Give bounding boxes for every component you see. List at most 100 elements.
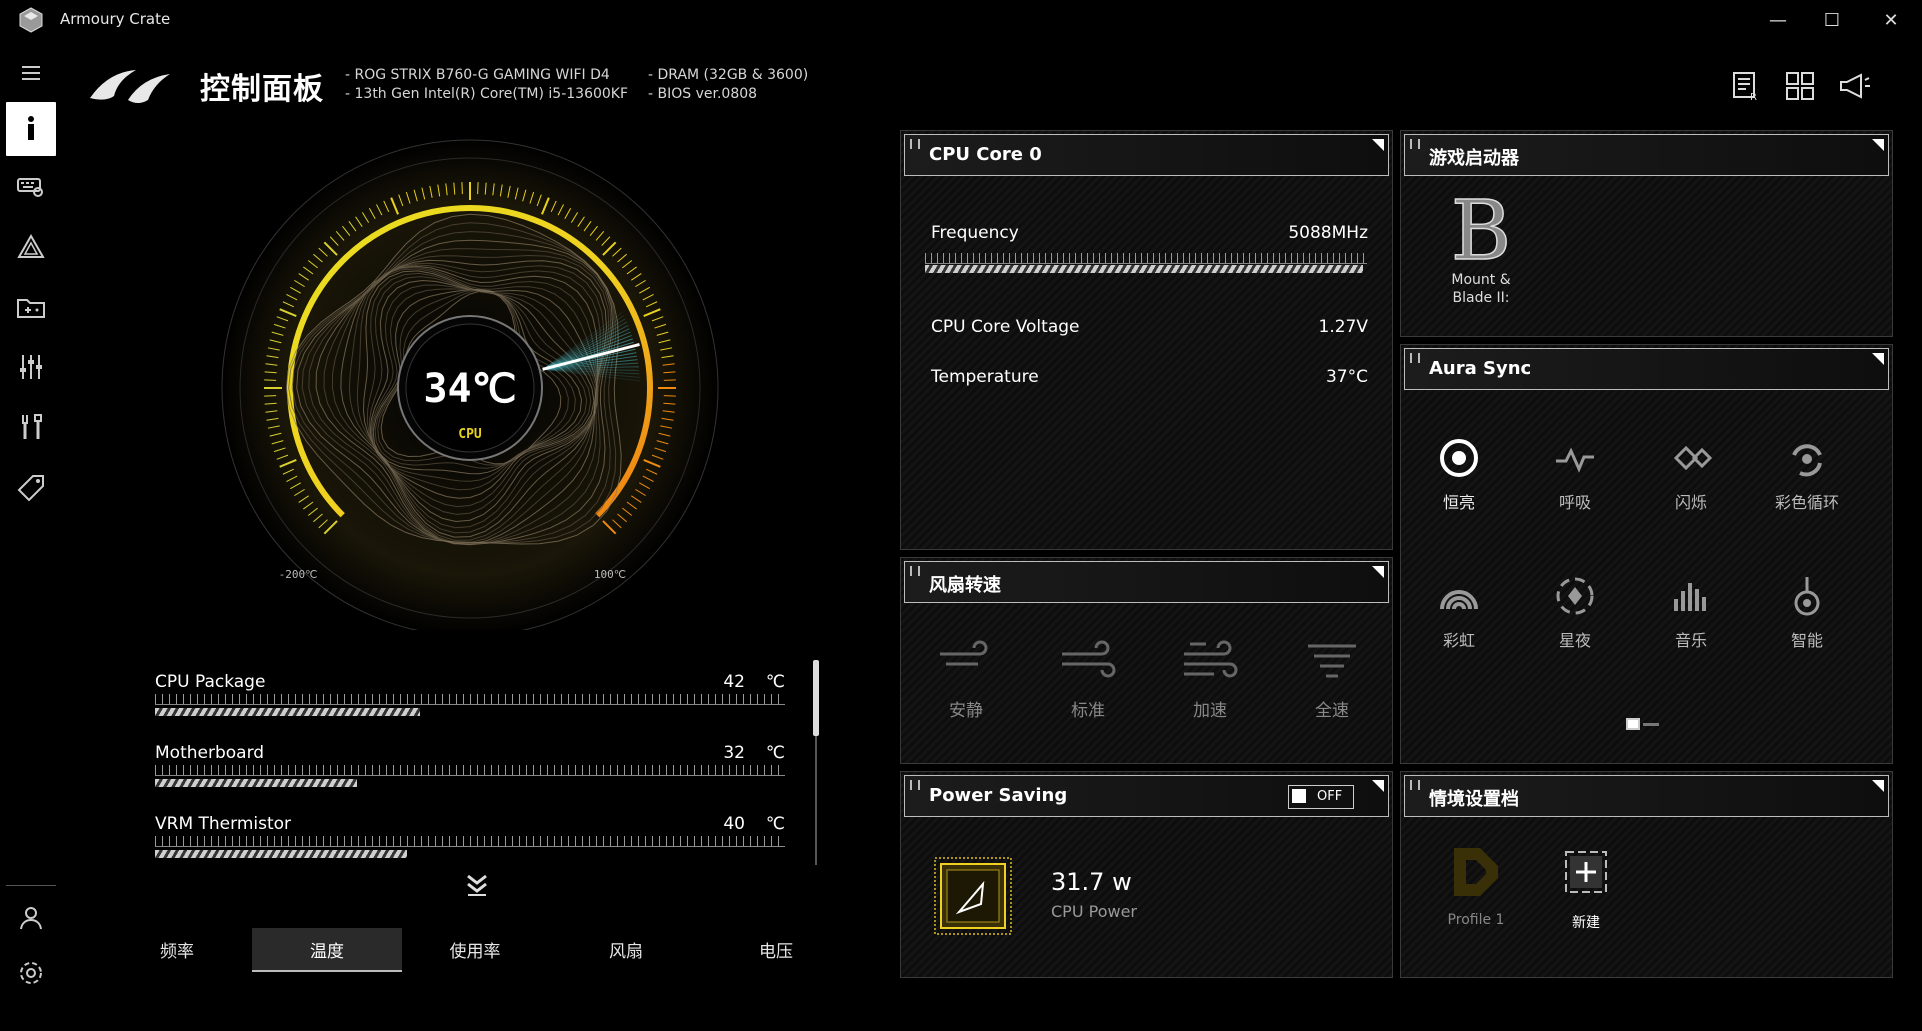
aura-mode-color-cycle[interactable]: 彩色循环 xyxy=(1757,435,1857,513)
sensor-bar xyxy=(155,850,407,858)
page-indicator-inactive[interactable] xyxy=(1643,723,1659,726)
panel-corner-icon xyxy=(1872,780,1884,792)
frequency-label: Frequency xyxy=(931,223,1019,243)
panel-corner-icon xyxy=(1372,566,1384,578)
sensor-ticks xyxy=(155,694,785,705)
info-icon xyxy=(28,116,34,140)
gauge-value: 34℃ xyxy=(423,366,516,412)
sliders-icon xyxy=(20,355,42,379)
spec-dram: - DRAM (32GB & 3600) xyxy=(648,67,809,83)
sidebar-item-game-library[interactable] xyxy=(10,286,52,328)
maximize-button[interactable]: ☐ xyxy=(1805,0,1859,40)
fan-mode-label: 安静 xyxy=(949,701,983,721)
fan-mode-silent[interactable]: 安静 xyxy=(911,638,1021,721)
game-logo-icon: B xyxy=(1450,183,1512,280)
aura-mode-rainbow[interactable]: 彩虹 xyxy=(1409,573,1509,651)
title-bar: Armoury Crate — ☐ ✕ xyxy=(0,0,1922,40)
sensor-name: Motherboard xyxy=(155,743,265,763)
layout-icon[interactable] xyxy=(1782,68,1818,104)
report-icon[interactable]: R xyxy=(1728,68,1764,104)
sidebar-item-deals[interactable] xyxy=(10,466,52,508)
power-saving-toggle[interactable]: OFF xyxy=(1288,785,1354,809)
sidebar xyxy=(0,40,62,1031)
sensor-ticks xyxy=(155,765,785,776)
tab-2[interactable]: 使用率 xyxy=(400,928,550,970)
tag-icon xyxy=(17,475,44,502)
aura-sync-header[interactable]: Aura Sync xyxy=(1404,348,1889,390)
sidebar-item-tools[interactable] xyxy=(10,406,52,448)
announcement-icon[interactable] xyxy=(1836,68,1872,104)
fan-speed-title: 风扇转速 xyxy=(929,575,1001,596)
aura-mode-label: 彩虹 xyxy=(1442,631,1475,650)
aura-mode-breathing[interactable]: 呼吸 xyxy=(1525,435,1625,513)
profile-1-tile[interactable]: Profile 1 xyxy=(1431,842,1521,928)
page-indicator-active[interactable] xyxy=(1626,718,1640,730)
tab-4[interactable]: 电压 xyxy=(701,928,851,970)
aura-flash-icon xyxy=(1673,445,1713,471)
sensor-unit: ℃ xyxy=(765,814,785,834)
game-launcher-header[interactable]: 游戏启动器 xyxy=(1404,134,1889,176)
aura-mode-smart[interactable]: 智能 xyxy=(1757,573,1857,651)
cpu-core-panel-header[interactable]: CPU Core 0 xyxy=(904,134,1389,176)
cpu-power-value: 31.7 w xyxy=(1051,868,1132,896)
aura-mode-starry-night[interactable]: 星夜 xyxy=(1525,573,1625,651)
fan-mode-label: 标准 xyxy=(1071,701,1105,721)
power-saving-header[interactable]: Power Saving OFF xyxy=(904,775,1389,817)
sensor-row: CPU Package 42 ℃ xyxy=(155,672,785,742)
spec-motherboard: - ROG STRIX B760-G GAMING WIFI D4 xyxy=(345,67,610,83)
aura-mode-label: 智能 xyxy=(1790,631,1823,650)
frequency-ticks xyxy=(925,253,1367,264)
aura-mode-flash[interactable]: 闪烁 xyxy=(1641,435,1741,513)
sidebar-item-devices[interactable] xyxy=(10,166,52,208)
aura-mode-static[interactable]: 恒亮 xyxy=(1409,435,1509,513)
fan-speed-header[interactable]: 风扇转速 xyxy=(904,561,1389,603)
spec-cpu: - 13th Gen Intel(R) Core(TM) i5-13600KF xyxy=(345,86,629,102)
fan-full-speed-icon xyxy=(1308,644,1356,678)
aura-sync-panel: Aura Sync 恒亮 呼吸 闪烁 彩色循环彩虹 星夜 音乐 智能 xyxy=(1400,344,1893,764)
new-profile-button[interactable]: 新建 xyxy=(1541,842,1631,932)
fan-mode-turbo[interactable]: 加速 xyxy=(1155,638,1265,721)
aura-mode-label: 音乐 xyxy=(1674,631,1707,650)
tab-1[interactable]: 温度 xyxy=(252,928,402,972)
panel-corner-icon xyxy=(1372,780,1384,792)
aura-color-cycle-icon xyxy=(1792,444,1822,477)
sensor-name: VRM Thermistor xyxy=(155,814,292,834)
sidebar-item-info[interactable] xyxy=(6,102,56,156)
aura-smart-icon xyxy=(1794,577,1820,616)
gauge-label: CPU xyxy=(458,427,482,442)
tab-3[interactable]: 风扇 xyxy=(551,928,701,970)
aura-mode-label: 恒亮 xyxy=(1442,493,1475,512)
fan-turbo-icon xyxy=(1184,640,1238,678)
keyboard-icon xyxy=(17,178,43,197)
panel-corner-icon xyxy=(1872,353,1884,365)
app-title: Armoury Crate xyxy=(60,10,171,28)
sensor-scrollbar-thumb[interactable] xyxy=(813,660,819,736)
menu-icon[interactable] xyxy=(10,52,52,94)
aura-starry-night-icon xyxy=(1556,577,1594,615)
sidebar-item-user[interactable] xyxy=(10,897,52,939)
sidebar-item-aura[interactable] xyxy=(10,226,52,268)
page-title: 控制面板 xyxy=(200,72,324,107)
game-tile[interactable]: B Mount & Blade II: xyxy=(1431,183,1531,321)
voltage-value: 1.27V xyxy=(1318,317,1368,337)
close-button[interactable]: ✕ xyxy=(1864,0,1918,40)
fan-mode-standard[interactable]: 标准 xyxy=(1033,638,1143,721)
scenario-profiles-title: 情境设置档 xyxy=(1429,789,1519,810)
aura-mode-music[interactable]: 音乐 xyxy=(1641,573,1741,651)
fan-mode-full-speed[interactable]: 全速 xyxy=(1277,638,1387,721)
gauge-max-label: 100℃ xyxy=(594,568,626,581)
chevron-down-icon[interactable] xyxy=(462,870,492,900)
sidebar-item-settings-sliders[interactable] xyxy=(10,346,52,388)
sensor-unit: ℃ xyxy=(765,672,785,692)
scenario-profiles-header[interactable]: 情境设置档 xyxy=(1404,775,1889,817)
tab-0[interactable]: 频率 xyxy=(102,928,252,970)
frequency-row: Frequency 5088MHz xyxy=(931,223,1368,243)
armoury-crate-logo-icon xyxy=(19,7,43,33)
minimize-button[interactable]: — xyxy=(1751,0,1805,40)
panel-corner-icon xyxy=(1872,139,1884,151)
sidebar-item-settings[interactable] xyxy=(10,952,52,994)
profile-1-label: Profile 1 xyxy=(1447,912,1505,928)
game-name-line2: Blade II: xyxy=(1452,290,1510,306)
rog-logo-icon xyxy=(90,70,170,103)
sidebar-divider xyxy=(6,885,56,886)
